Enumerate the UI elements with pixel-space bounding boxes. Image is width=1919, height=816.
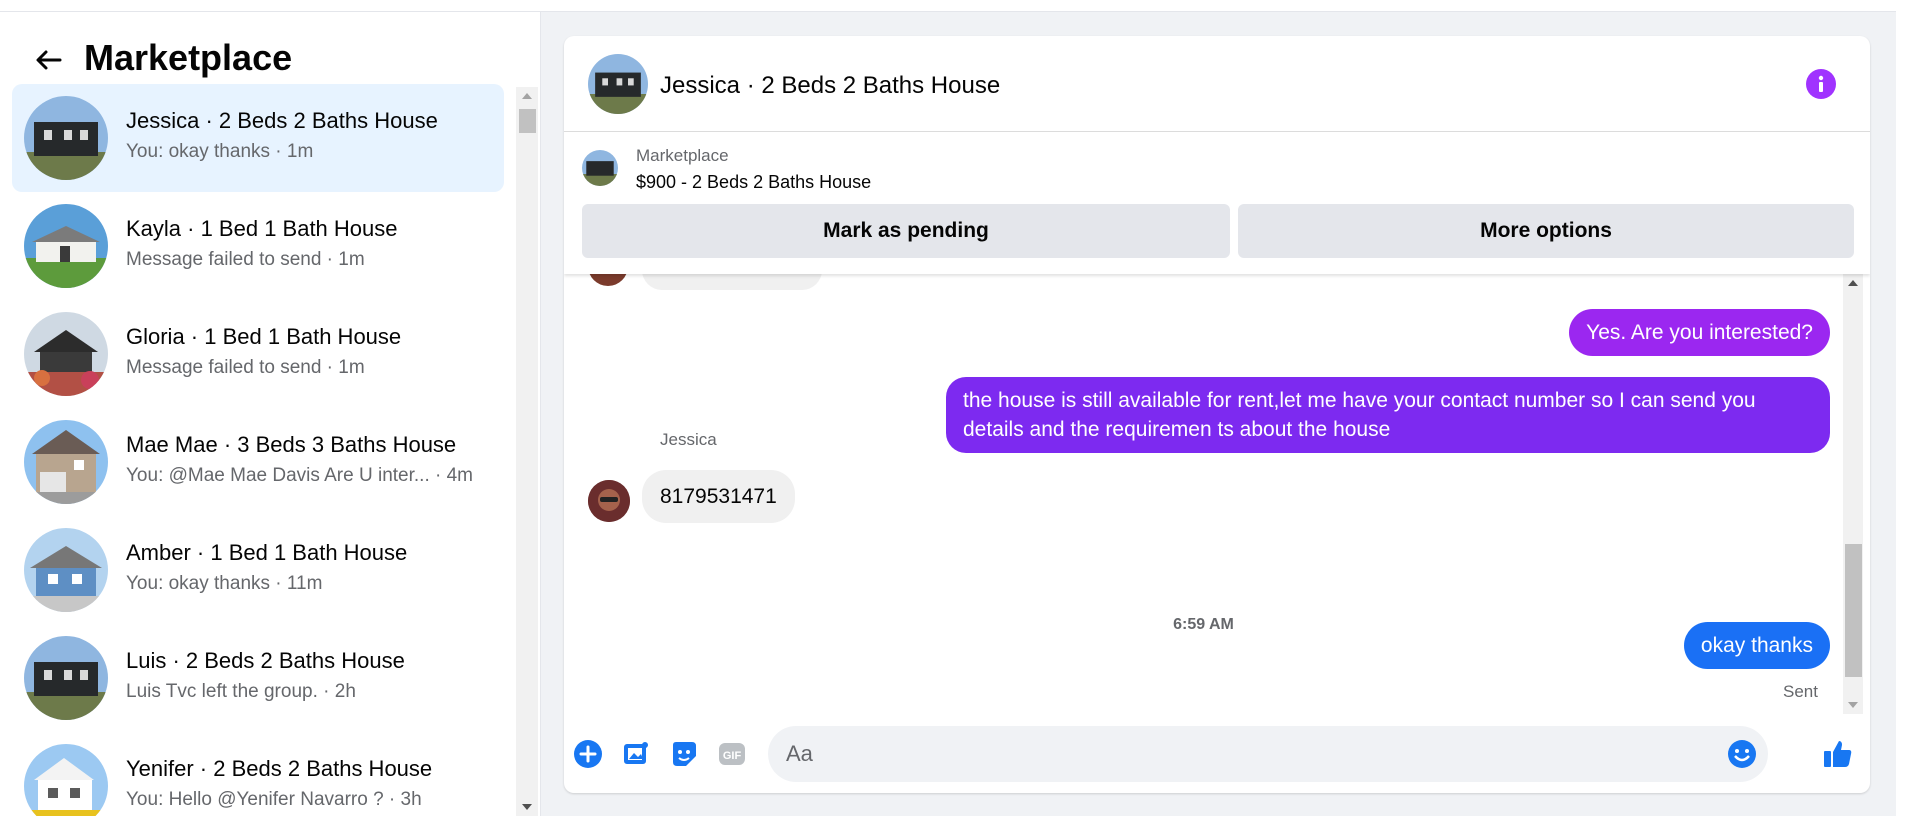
conversation-item[interactable]: Yenifer · 2 Beds 2 Baths House You: Hell…	[12, 732, 504, 816]
mark-as-pending-button[interactable]: Mark as pending	[582, 204, 1230, 258]
message-bubble-outgoing[interactable]: the house is still available for rent,le…	[946, 377, 1830, 453]
listing-thumbnail	[24, 420, 108, 504]
conversation-title: Amber · 1 Bed 1 Bath House	[126, 540, 408, 565]
conversation-title: Jessica · 2 Beds 2 Baths House	[126, 108, 438, 133]
conversation-title: Gloria · 1 Bed 1 Bath House	[126, 324, 402, 349]
message-scrollbar[interactable]	[1843, 274, 1863, 714]
conversation-item[interactable]: Amber · 1 Bed 1 Bath House You: okay tha…	[12, 516, 504, 624]
scrollbar-thumb[interactable]	[519, 109, 536, 133]
conversation-title: Yenifer · 2 Beds 2 Baths House	[126, 756, 433, 781]
conversation-preview: You: @Mae Mae Davis Are U inter... · 4m	[126, 465, 474, 486]
more-options-button[interactable]: More options	[1238, 204, 1854, 258]
right-gutter	[1896, 0, 1919, 816]
conversation-item[interactable]: Gloria · 1 Bed 1 Bath House Message fail…	[12, 300, 504, 408]
conversation-preview: Luis Tvc left the group. · 2h	[126, 681, 356, 702]
svg-text:GIF: GIF	[723, 750, 742, 762]
message-thread: Yes. Are you interested? the house is st…	[564, 274, 1870, 714]
listing-thumbnail[interactable]	[582, 150, 618, 186]
info-icon	[1818, 75, 1824, 92]
message-bubble-outgoing[interactable]: okay thanks	[1683, 622, 1830, 669]
listing-source: Marketplace	[636, 146, 729, 165]
listing-thumbnail	[24, 636, 108, 720]
like-button[interactable]	[1822, 738, 1854, 770]
scroll-up-arrow-icon[interactable]	[522, 93, 532, 99]
scroll-down-arrow-icon[interactable]	[522, 804, 532, 810]
listing-thumbnail	[24, 204, 108, 288]
conversation-list: Jessica · 2 Beds 2 Baths House You: okay…	[12, 84, 504, 816]
chat-panel: Jessica · 2 Beds 2 Baths House Marketpla…	[564, 36, 1870, 793]
listing-banner: Marketplace $900 - 2 Beds 2 Baths House …	[564, 132, 1870, 274]
add-button[interactable]	[572, 738, 604, 770]
conversation-preview: You: Hello @Yenifer Navarro ? · 3h	[126, 789, 422, 810]
conversation-title: Kayla · 1 Bed 1 Bath House	[126, 216, 398, 241]
sidebar-title: Marketplace	[84, 37, 293, 78]
scrollbar-thumb[interactable]	[1845, 544, 1862, 677]
arrow-left-icon	[36, 50, 62, 70]
conversation-item[interactable]: Luis · 2 Beds 2 Baths House Luis Tvc lef…	[12, 624, 504, 732]
avatar	[588, 274, 628, 286]
conversation-title: Mae Mae · 3 Beds 3 Baths House	[126, 432, 457, 457]
info-button[interactable]	[1806, 69, 1836, 99]
listing-thumbnail	[24, 744, 108, 816]
attach-photo-button[interactable]	[620, 738, 652, 770]
chat-title[interactable]: Jessica · 2 Beds 2 Baths House	[660, 72, 1000, 100]
chat-avatar[interactable]	[588, 54, 648, 114]
back-button[interactable]	[28, 42, 68, 78]
message-status: Sent	[1783, 682, 1818, 701]
sender-name: Jessica	[660, 430, 717, 449]
conversation-item[interactable]: Jessica · 2 Beds 2 Baths House You: okay…	[12, 84, 504, 192]
message-composer: GIF	[564, 714, 1870, 793]
thumbs-up-icon	[1824, 741, 1852, 767]
message-bubble-incoming	[642, 274, 822, 290]
listing-thumbnail	[24, 96, 108, 180]
conversation-preview: You: okay thanks · 11m	[126, 573, 323, 594]
sticker-button[interactable]	[668, 738, 700, 770]
message-bubble-incoming[interactable]: 8179531471	[642, 470, 795, 523]
message-bubble-outgoing[interactable]: Yes. Are you interested?	[1569, 309, 1830, 356]
emoji-button[interactable]	[1726, 738, 1758, 770]
scroll-down-arrow-icon[interactable]	[1848, 702, 1858, 708]
gif-button[interactable]: GIF	[716, 738, 748, 770]
listing-thumbnail	[24, 528, 108, 612]
conversation-preview: Message failed to send · 1m	[126, 249, 365, 270]
message-input[interactable]	[768, 726, 1768, 782]
conversation-item[interactable]: Mae Mae · 3 Beds 3 Baths House You: @Mae…	[12, 408, 504, 516]
conversation-item[interactable]: Kayla · 1 Bed 1 Bath House Message faile…	[12, 192, 504, 300]
conversation-preview: You: okay thanks · 1m	[126, 141, 314, 162]
message-timestamp: 6:59 AM	[1173, 616, 1234, 633]
photo-icon	[624, 742, 648, 764]
conversation-title: Luis · 2 Beds 2 Baths House	[126, 648, 405, 673]
emoji-icon	[1728, 740, 1756, 768]
chat-header: Jessica · 2 Beds 2 Baths House	[564, 36, 1870, 132]
listing-title[interactable]: $900 - 2 Beds 2 Baths House	[636, 172, 871, 193]
sticker-icon	[673, 742, 696, 766]
gif-icon: GIF	[719, 743, 745, 765]
listing-thumbnail	[24, 312, 108, 396]
conversation-preview: Message failed to send · 1m	[126, 357, 365, 378]
sidebar-scrollbar[interactable]	[516, 87, 538, 816]
top-strip	[0, 0, 1919, 12]
avatar[interactable]	[588, 480, 630, 522]
plus-circle-icon	[574, 740, 602, 768]
scroll-up-arrow-icon[interactable]	[1848, 280, 1858, 286]
sidebar: Marketplace Jessica · 2 Beds 2 Baths Hou…	[0, 12, 541, 816]
